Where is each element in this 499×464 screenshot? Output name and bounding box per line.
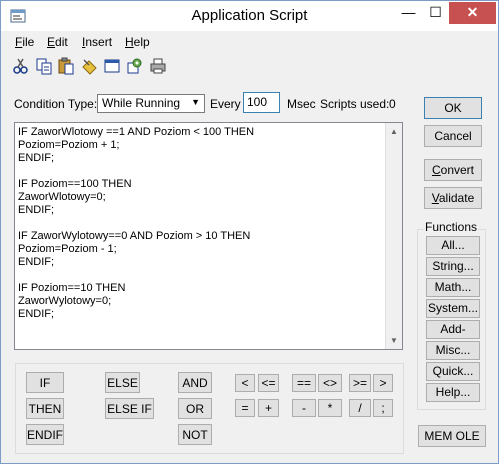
paste-icon[interactable] bbox=[57, 57, 75, 75]
op-divide-button[interactable]: / bbox=[349, 399, 371, 417]
cut-icon[interactable] bbox=[12, 57, 30, 75]
op-plus-button[interactable]: + bbox=[258, 399, 279, 417]
condition-type-value: While Running bbox=[102, 96, 181, 110]
op-not-equal-button[interactable]: <> bbox=[318, 374, 342, 392]
validate-button[interactable]: Validate bbox=[424, 187, 482, 209]
scroll-up-icon[interactable]: ▲ bbox=[386, 123, 402, 140]
msec-label: Msec bbox=[287, 97, 316, 111]
minimize-button[interactable]: — bbox=[395, 2, 422, 24]
functions-quick-button[interactable]: Quick... bbox=[426, 362, 480, 381]
replace-icon[interactable] bbox=[126, 57, 144, 75]
functions-misc-button[interactable]: Misc... bbox=[426, 341, 480, 360]
condition-type-select[interactable]: While Running ▼ bbox=[97, 94, 205, 113]
functions-system-button[interactable]: System... bbox=[426, 299, 480, 318]
script-editor[interactable]: IF ZaworWlotowy ==1 AND Poziom < 100 THE… bbox=[14, 122, 403, 350]
every-input[interactable]: 100 bbox=[243, 92, 280, 113]
menu-bar: File Edit Insert Help bbox=[1, 33, 498, 53]
op-greater-equal-button[interactable]: >= bbox=[349, 374, 371, 392]
keyword-endif-button[interactable]: ENDIF bbox=[26, 424, 64, 445]
print-icon[interactable] bbox=[149, 57, 167, 75]
editor-scrollbar[interactable]: ▲ ▼ bbox=[385, 123, 402, 349]
ok-button[interactable]: OK bbox=[424, 97, 482, 119]
op-assign-button[interactable]: = bbox=[235, 399, 255, 417]
functions-math-button[interactable]: Math... bbox=[426, 278, 480, 297]
window-icon[interactable] bbox=[103, 57, 121, 75]
toolbar bbox=[1, 55, 498, 79]
cancel-button[interactable]: Cancel bbox=[424, 125, 482, 147]
keyword-and-button[interactable]: AND bbox=[178, 372, 212, 393]
keyword-then-button[interactable]: THEN bbox=[26, 398, 64, 419]
menu-edit[interactable]: Edit bbox=[47, 35, 68, 49]
maximize-button[interactable]: ☐ bbox=[422, 2, 449, 24]
application-script-window: Application Script — ☐ ✕ File Edit Inser… bbox=[0, 0, 499, 464]
op-semicolon-button[interactable]: ; bbox=[373, 399, 393, 417]
title-bar: Application Script — ☐ ✕ bbox=[1, 1, 498, 31]
keyword-else-button[interactable]: ELSE bbox=[105, 372, 140, 393]
keyword-not-button[interactable]: NOT bbox=[178, 424, 212, 445]
op-minus-button[interactable]: - bbox=[292, 399, 316, 417]
scripts-used-label: Scripts used: bbox=[320, 97, 390, 111]
find-icon[interactable] bbox=[81, 57, 99, 75]
script-text[interactable]: IF ZaworWlotowy ==1 AND Poziom < 100 THE… bbox=[18, 126, 384, 321]
condition-type-label: Condition Type: bbox=[14, 97, 98, 111]
op-less-equal-button[interactable]: <= bbox=[258, 374, 279, 392]
functions-all-button[interactable]: All... bbox=[426, 236, 480, 255]
op-equal-button[interactable]: == bbox=[292, 374, 316, 392]
keyword-else-if-button[interactable]: ELSE IF bbox=[105, 398, 154, 419]
chevron-down-icon: ▼ bbox=[191, 97, 200, 107]
op-less-than-button[interactable]: < bbox=[235, 374, 255, 392]
scripts-used-value: 0 bbox=[389, 97, 396, 111]
functions-addons-button[interactable]: Add-ons... bbox=[426, 320, 480, 353]
menu-help[interactable]: Help bbox=[125, 35, 150, 49]
mem-ole-button[interactable]: MEM OLE bbox=[418, 425, 486, 447]
menu-insert[interactable]: Insert bbox=[82, 35, 112, 49]
functions-string-button[interactable]: String... bbox=[426, 257, 480, 276]
menu-file[interactable]: File bbox=[15, 35, 34, 49]
scroll-down-icon[interactable]: ▼ bbox=[386, 332, 402, 349]
keyword-if-button[interactable]: IF bbox=[26, 372, 64, 393]
keyword-or-button[interactable]: OR bbox=[178, 398, 212, 419]
every-label: Every bbox=[210, 97, 241, 111]
close-button[interactable]: ✕ bbox=[449, 2, 496, 24]
copy-icon[interactable] bbox=[35, 57, 53, 75]
functions-help-button[interactable]: Help... bbox=[426, 383, 480, 402]
convert-button[interactable]: Convert bbox=[424, 159, 482, 181]
op-multiply-button[interactable]: * bbox=[318, 399, 342, 417]
op-greater-than-button[interactable]: > bbox=[373, 374, 393, 392]
functions-label: Functions bbox=[424, 220, 479, 234]
